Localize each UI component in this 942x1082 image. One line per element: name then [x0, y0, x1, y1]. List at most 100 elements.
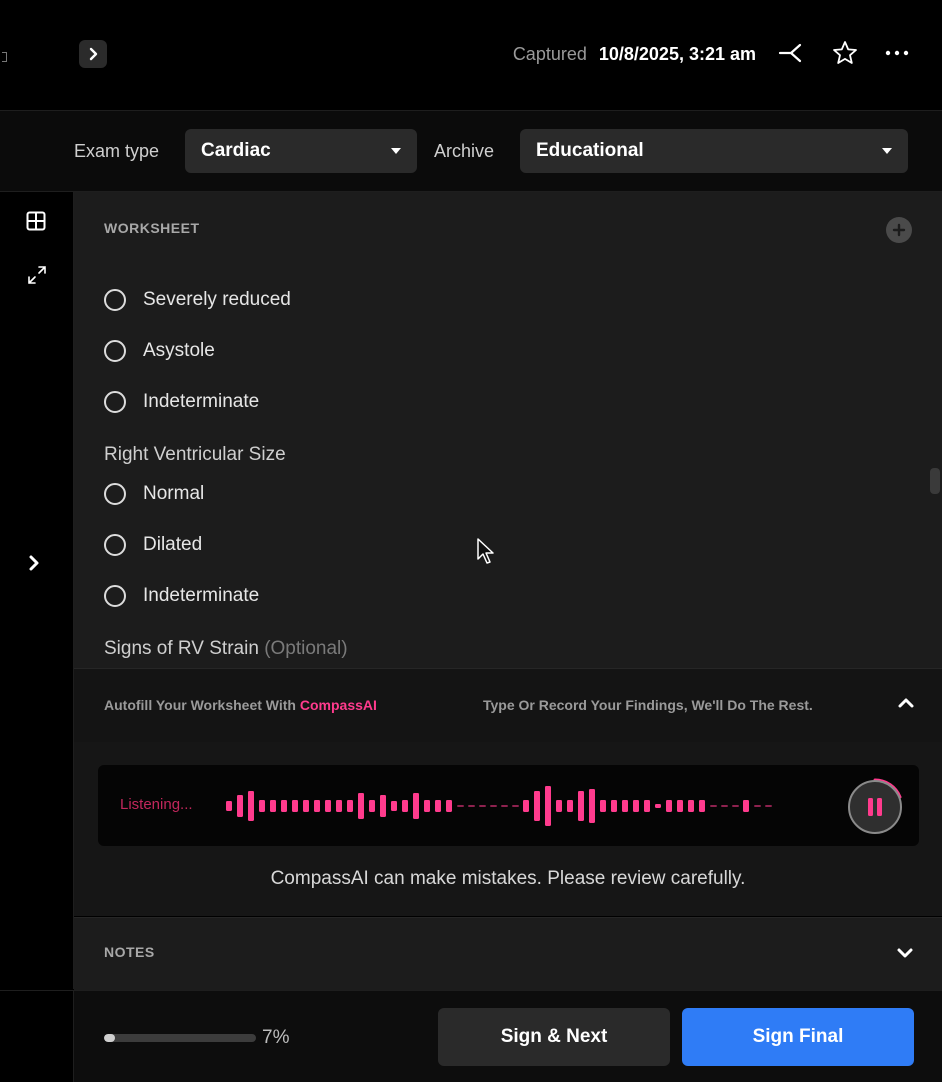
- sign-final-button[interactable]: Sign Final: [682, 1008, 914, 1066]
- radio-label: Severely reduced: [143, 289, 291, 310]
- waveform-icon: [226, 786, 772, 826]
- waveform-bar: [655, 804, 661, 808]
- archive-select[interactable]: Educational: [520, 129, 908, 173]
- exam-type-label: Exam type: [74, 141, 160, 161]
- waveform-bar: [303, 800, 309, 812]
- radio-label: Asystole: [143, 340, 215, 361]
- waveform-bar: [765, 805, 772, 807]
- waveform-bar: [490, 805, 497, 807]
- radio-option[interactable]: Dilated: [104, 530, 202, 560]
- expand-rail-button[interactable]: [26, 554, 42, 577]
- waveform-bar: [501, 805, 508, 807]
- fullscreen-button[interactable]: [26, 264, 48, 291]
- radio-button[interactable]: [104, 340, 126, 362]
- caret-down-icon: [882, 148, 892, 154]
- waveform-bar: [699, 800, 705, 812]
- waveform-bar: [402, 800, 408, 812]
- radio-label: Dilated: [143, 534, 203, 555]
- radio-label: Normal: [143, 483, 205, 504]
- pause-button[interactable]: [848, 780, 902, 834]
- waveform-bar: [545, 786, 551, 826]
- waveform-bar: [666, 800, 672, 812]
- waveform-bar: [358, 793, 364, 819]
- fullscreen-icon: [28, 266, 46, 284]
- waveform-bar: [589, 789, 595, 823]
- waveform-bar: [226, 801, 232, 811]
- listening-status: Listening...: [120, 796, 193, 813]
- captured-info: Captured 10/8/2025, 3:21 am: [513, 40, 756, 68]
- waveform-bar: [380, 795, 386, 817]
- rv-size-label: Right Ventricular Size: [104, 444, 286, 465]
- chevron-down-icon[interactable]: [894, 942, 916, 964]
- radio-option[interactable]: Normal: [104, 479, 204, 509]
- waveform-bar: [347, 800, 353, 812]
- waveform-bar: [710, 805, 717, 807]
- waveform-bar: [721, 805, 728, 807]
- footer-rail: [0, 991, 74, 1082]
- top-bar: Captured 10/8/2025, 3:21 am: [0, 0, 942, 111]
- notes-section[interactable]: NOTES: [74, 917, 942, 990]
- grid-view-button[interactable]: [26, 211, 46, 236]
- footer-bar: 7% Sign & Next Sign Final: [0, 990, 942, 1082]
- waveform-bar: [391, 801, 397, 811]
- favorite-button[interactable]: [830, 38, 860, 68]
- share-button[interactable]: [776, 38, 806, 68]
- radio-option[interactable]: Severely reduced: [104, 285, 291, 315]
- waveform-bar: [567, 800, 573, 812]
- waveform-bar: [523, 800, 529, 812]
- autofill-prompt: Autofill Your Worksheet With CompassAI: [104, 697, 377, 713]
- optional-tag: (Optional): [264, 638, 348, 659]
- radio-option[interactable]: Asystole: [104, 336, 215, 366]
- waveform-bar: [237, 795, 243, 817]
- waveform-bar: [270, 800, 276, 812]
- rv-strain-text: Signs of RV Strain: [104, 638, 259, 659]
- waveform-bar: [611, 800, 617, 812]
- autofill-prefix: Autofill Your Worksheet With: [104, 697, 296, 713]
- radio-button[interactable]: [104, 585, 126, 607]
- ai-disclaimer: CompassAI can make mistakes. Please revi…: [270, 868, 746, 889]
- radio-option[interactable]: Indeterminate: [104, 581, 259, 611]
- waveform-bar: [369, 800, 375, 812]
- progress-fill: [104, 1034, 115, 1042]
- waveform-bar: [325, 800, 331, 812]
- radio-option[interactable]: Indeterminate: [104, 387, 259, 417]
- expand-panel-button[interactable]: [79, 40, 107, 68]
- waveform-bar: [457, 805, 464, 807]
- rv-strain-label: Signs of RV Strain (Optional): [104, 638, 348, 660]
- waveform-bar: [435, 800, 441, 812]
- radio-button[interactable]: [104, 483, 126, 505]
- chevron-up-icon[interactable]: [896, 693, 916, 713]
- more-button[interactable]: [882, 38, 912, 68]
- radio-button[interactable]: [104, 534, 126, 556]
- pause-icon: [868, 798, 882, 816]
- radio-button[interactable]: [104, 289, 126, 311]
- waveform-bar: [512, 805, 519, 807]
- worksheet-panel: WORKSHEET Severely reduced Asystole Inde…: [74, 192, 942, 668]
- waveform-bar: [644, 800, 650, 812]
- waveform-bar: [633, 800, 639, 812]
- progress-bar: [104, 1034, 256, 1042]
- waveform-bar: [754, 805, 761, 807]
- chevron-right-icon: [89, 47, 98, 61]
- captured-date: 10/8/2025, 3:21 am: [598, 43, 756, 64]
- waveform-bar: [292, 800, 298, 812]
- window-edge-icon: [2, 52, 7, 62]
- waveform-bar: [732, 805, 739, 807]
- waveform-bar: [259, 800, 265, 812]
- grid-icon: [26, 211, 46, 231]
- sign-next-button[interactable]: Sign & Next: [438, 1008, 670, 1066]
- scrollbar-thumb[interactable]: [930, 468, 940, 494]
- radio-label: Indeterminate: [143, 391, 260, 412]
- add-worksheet-button[interactable]: [886, 217, 912, 243]
- radio-button[interactable]: [104, 391, 126, 413]
- worksheet-title: WORKSHEET: [104, 220, 200, 236]
- chevron-right-icon: [29, 555, 39, 571]
- exam-type-select[interactable]: Cardiac: [185, 129, 417, 173]
- waveform-bar: [534, 791, 540, 821]
- captured-label: Captured: [512, 43, 587, 64]
- autofill-bar[interactable]: Autofill Your Worksheet With CompassAI T…: [74, 668, 942, 743]
- listening-area: Listening... CompassAI can make mistakes…: [74, 742, 942, 916]
- waveform-bar: [468, 805, 475, 807]
- autofill-brand: CompassAI: [299, 697, 377, 713]
- waveform-bar: [281, 800, 287, 812]
